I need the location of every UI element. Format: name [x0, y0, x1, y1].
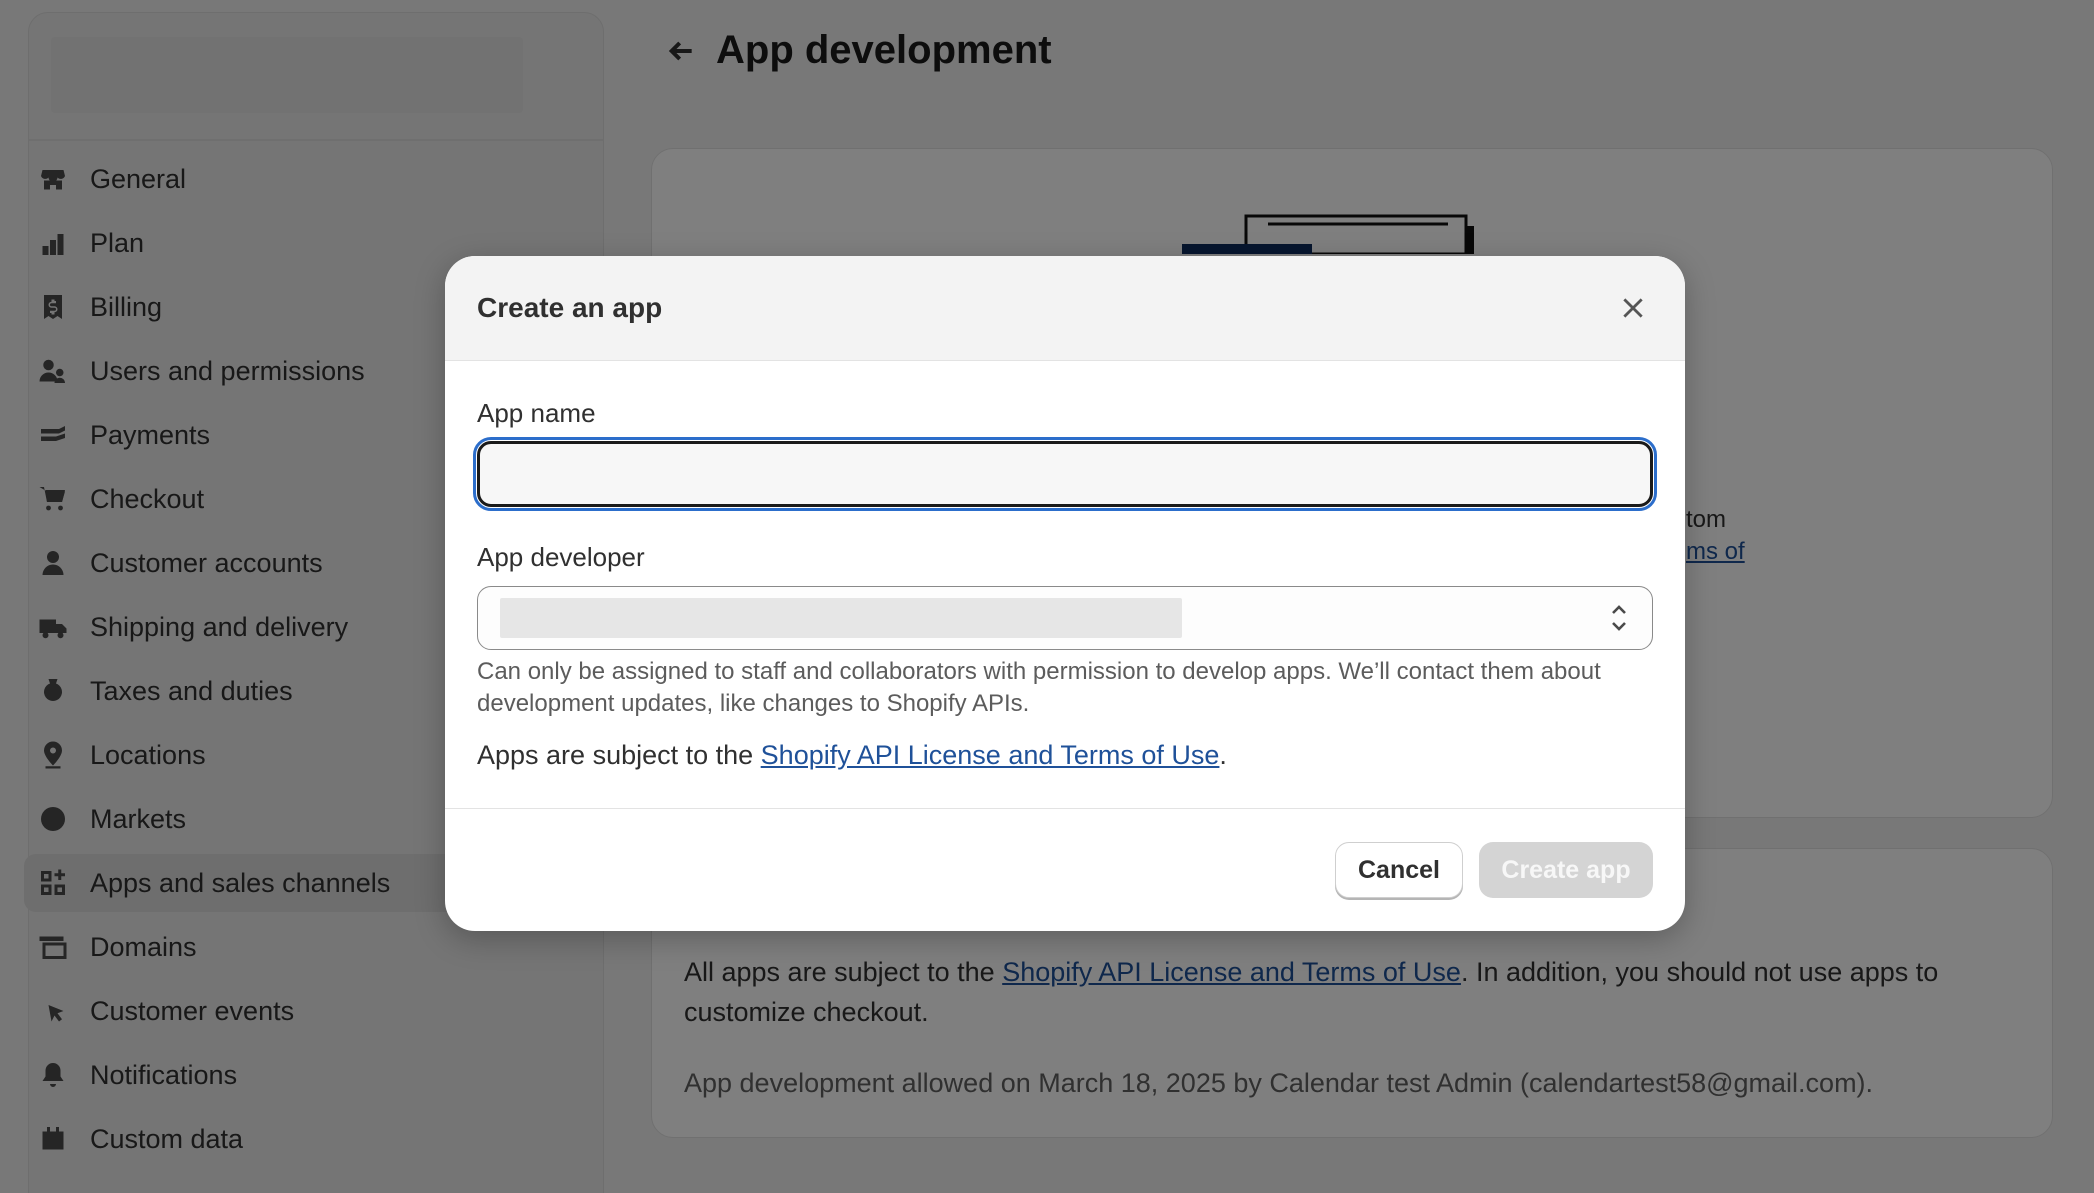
- select-chevron-icon: [1608, 601, 1630, 635]
- app-developer-select[interactable]: [477, 586, 1653, 650]
- cancel-button[interactable]: Cancel: [1335, 842, 1463, 898]
- app-name-input[interactable]: [473, 437, 1657, 511]
- modal-footer-divider: [445, 808, 1685, 809]
- app-developer-help-text: Can only be assigned to staff and collab…: [477, 658, 1601, 717]
- create-app-modal: Create an app App name App developer Can…: [445, 256, 1685, 931]
- create-app-button[interactable]: Create app: [1479, 842, 1653, 898]
- modal-terms-suffix: .: [1219, 740, 1227, 770]
- modal-header: Create an app: [445, 256, 1685, 361]
- modal-terms-prefix: Apps are subject to the: [477, 740, 761, 770]
- app-developer-value-placeholder: [500, 598, 1182, 638]
- modal-footer: Cancel Create app: [445, 812, 1685, 931]
- app-name-label: App name: [477, 398, 596, 428]
- modal-terms-text: Apps are subject to the Shopify API Lice…: [477, 740, 1227, 771]
- close-button[interactable]: [1613, 288, 1653, 328]
- modal-api-terms-link[interactable]: Shopify API License and Terms of Use: [761, 740, 1220, 770]
- modal-title: Create an app: [477, 292, 663, 323]
- app-developer-label: App developer: [477, 542, 645, 572]
- close-icon: [1623, 298, 1643, 318]
